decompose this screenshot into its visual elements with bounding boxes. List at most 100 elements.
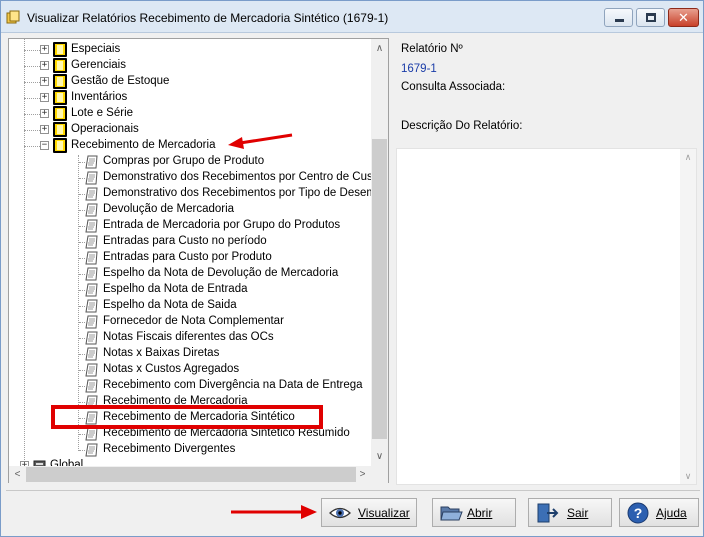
maximize-icon xyxy=(646,13,656,22)
tree-report-label: Devolução de Mercadoria xyxy=(103,203,235,215)
tree-guide-line xyxy=(79,306,85,307)
report-page-icon xyxy=(85,347,98,361)
folder-book-icon xyxy=(53,106,67,121)
report-page-icon xyxy=(85,171,98,185)
highlight-box-annotation xyxy=(51,405,323,429)
report-page-icon xyxy=(85,187,98,201)
report-page-icon xyxy=(85,299,98,313)
scroll-down-icon[interactable]: ∨ xyxy=(680,469,696,483)
exit-button-label: Sair xyxy=(567,506,589,520)
view-button[interactable]: Visualizar xyxy=(321,498,417,527)
tree-report-label: Recebimento Divergentes xyxy=(103,443,236,455)
tree-guide-line xyxy=(79,242,85,243)
database-icon xyxy=(33,460,46,466)
tree-report-label: Demonstrativo dos Recebimentos por Centr… xyxy=(103,171,371,183)
scroll-right-icon[interactable]: > xyxy=(354,466,371,483)
expand-toggle-icon[interactable]: + xyxy=(40,61,49,70)
scroll-left-icon[interactable]: < xyxy=(9,466,26,483)
tree-report-label: Espelho da Nota de Devolução de Mercador… xyxy=(103,267,339,279)
scroll-up-icon[interactable]: ∧ xyxy=(371,41,388,57)
scroll-up-icon[interactable]: ∧ xyxy=(680,150,696,164)
scroll-corner xyxy=(371,466,388,483)
report-page-icon xyxy=(85,267,98,281)
report-viewer-window: Visualizar Relatórios Recebimento de Mer… xyxy=(0,0,704,537)
tree-folder-label: Inventários xyxy=(71,91,128,103)
tree-report-label: Recebimento com Divergência na Data de E… xyxy=(103,379,363,391)
eye-icon xyxy=(329,507,351,519)
report-number-value: 1679-1 xyxy=(401,63,437,75)
folder-book-icon xyxy=(53,74,67,89)
description-textarea[interactable]: ∧ ∨ xyxy=(396,148,697,485)
folder-book-icon xyxy=(53,138,67,153)
tree-guide-line xyxy=(79,354,85,355)
report-page-icon xyxy=(85,235,98,249)
tree-report-label: Compras por Grupo de Produto xyxy=(103,155,265,167)
tree-guide-line xyxy=(79,194,85,195)
report-page-icon xyxy=(85,203,98,217)
exit-button[interactable]: Sair xyxy=(528,498,612,527)
tree-guide-line xyxy=(79,210,85,211)
expand-toggle-icon[interactable]: + xyxy=(40,109,49,118)
report-page-icon xyxy=(85,379,98,393)
close-button[interactable]: ✕ xyxy=(668,8,699,27)
help-button-label: Ajuda xyxy=(656,506,687,520)
maximize-button[interactable] xyxy=(636,8,665,27)
tree-folder-label: Recebimento de Mercadoria xyxy=(71,139,216,151)
expand-toggle-icon[interactable]: + xyxy=(40,125,49,134)
tree-guide-line xyxy=(79,274,85,275)
tree-guide-line xyxy=(24,39,25,460)
report-info-panel: Relatório Nº 1679-1 Consulta Associada: … xyxy=(394,38,700,485)
tree-guide-line xyxy=(79,290,85,291)
tree-vertical-scrollbar[interactable]: ∧ ∨ xyxy=(371,39,388,466)
open-button-label: Abrir xyxy=(467,506,493,520)
tree-guide-line xyxy=(79,386,85,387)
folder-open-icon xyxy=(440,506,463,521)
tree-guide-line xyxy=(24,114,40,115)
expand-toggle-icon[interactable]: + xyxy=(40,77,49,86)
report-page-icon xyxy=(85,315,98,329)
folder-book-icon xyxy=(53,58,67,73)
expand-toggle-icon[interactable]: + xyxy=(40,93,49,102)
tree-folder-label: Gerenciais xyxy=(71,59,126,71)
folder-book-icon xyxy=(53,42,67,57)
arrow-annotation-button xyxy=(231,505,317,519)
description-scrollbar[interactable]: ∧ ∨ xyxy=(680,149,696,484)
tree-horizontal-scrollbar[interactable]: < > xyxy=(9,466,371,483)
tree-report-label: Fornecedor de Nota Complementar xyxy=(103,315,284,327)
minimize-icon xyxy=(615,19,624,22)
tree-guide-line xyxy=(79,402,85,403)
close-icon: ✕ xyxy=(678,10,689,25)
window-title: Visualizar Relatórios Recebimento de Mer… xyxy=(27,11,389,25)
minimize-button[interactable] xyxy=(604,8,633,27)
scroll-down-icon[interactable]: ∨ xyxy=(371,449,388,465)
tree-report-label: Entradas para Custo no período xyxy=(103,235,267,247)
tree-report-label: Notas Fiscais diferentes das OCs xyxy=(103,331,274,343)
report-page-icon xyxy=(85,363,98,377)
tree-report-label: Notas x Baixas Diretas xyxy=(103,347,220,359)
tree-guide-line xyxy=(79,450,85,451)
exit-door-icon xyxy=(537,503,559,523)
title-bar: Visualizar Relatórios Recebimento de Mer… xyxy=(1,1,703,33)
tree-report-label: Entradas para Custo por Produto xyxy=(103,251,272,263)
horizontal-scroll-thumb[interactable] xyxy=(26,467,356,482)
tree-guide-line xyxy=(79,162,85,163)
expand-toggle-icon[interactable]: + xyxy=(40,45,49,54)
report-page-icon xyxy=(85,251,98,265)
report-page-icon xyxy=(85,155,98,169)
help-button[interactable]: ? Ajuda xyxy=(619,498,699,527)
vertical-scroll-thumb[interactable] xyxy=(372,139,387,439)
report-page-icon xyxy=(85,427,98,441)
tree-report-label: Espelho da Nota de Entrada xyxy=(103,283,248,295)
tree-guide-line xyxy=(24,146,40,147)
expand-toggle-icon[interactable]: − xyxy=(40,141,49,150)
tree-folder-label: Especiais xyxy=(71,43,121,55)
report-page-icon xyxy=(85,283,98,297)
view-button-label: Visualizar xyxy=(358,506,410,520)
tree-folder-label: Operacionais xyxy=(71,123,139,135)
svg-text:?: ? xyxy=(634,505,643,521)
open-button[interactable]: Abrir xyxy=(432,498,516,527)
tree-report-label: Entrada de Mercadoria por Grupo do Produ… xyxy=(103,219,341,231)
tree-report-label: Notas x Custos Agregados xyxy=(103,363,240,375)
tree-guide-line xyxy=(79,258,85,259)
tree-guide-line xyxy=(79,434,85,435)
